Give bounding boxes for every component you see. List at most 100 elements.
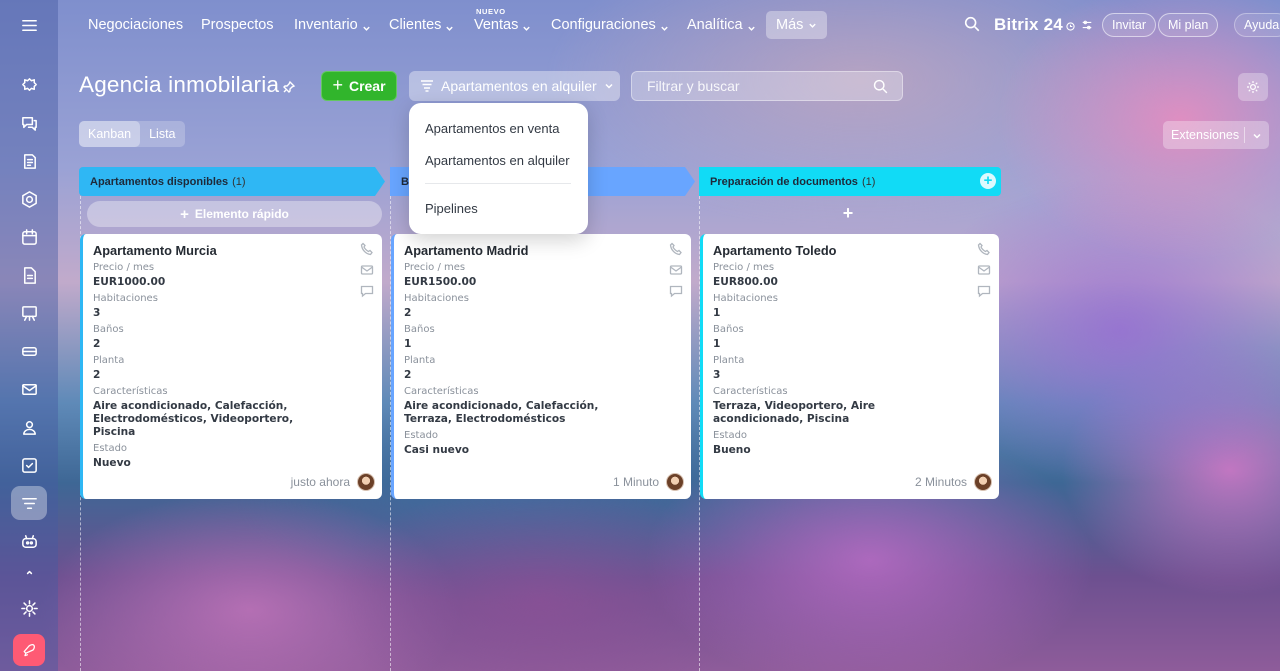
email-icon[interactable] [669, 263, 683, 277]
chevron-down-icon [522, 21, 531, 31]
crm-funnel-icon[interactable] [11, 486, 47, 520]
nav-ventas[interactable]: Ventas [474, 0, 531, 50]
field-label: Planta [404, 355, 436, 366]
avatar[interactable] [974, 473, 992, 491]
nav-negociaciones[interactable]: Negociaciones [88, 0, 183, 50]
field-label: Precio / mes [713, 262, 775, 273]
hexagon-icon[interactable] [11, 182, 47, 216]
chevron-down-icon[interactable] [1252, 130, 1262, 144]
card-title[interactable]: Apartamento Murcia [93, 243, 382, 258]
copilot-icon[interactable] [11, 524, 47, 558]
field-label: Características [93, 386, 168, 397]
comment-icon[interactable] [977, 284, 991, 298]
field-label: Estado [713, 430, 748, 441]
comment-icon[interactable] [360, 284, 374, 298]
nav-inventario[interactable]: Inventario [294, 0, 371, 50]
nav-prospectos[interactable]: Prospectos [201, 0, 274, 50]
nav-analitica[interactable]: Analítica [687, 0, 756, 50]
board-icon[interactable] [11, 296, 47, 330]
brand-logo: Bitrix 24 [994, 0, 1093, 50]
search-box [631, 71, 903, 101]
file-icon[interactable] [11, 258, 47, 292]
quick-add-button[interactable]: + Elemento rápido [87, 201, 382, 227]
nav-label: Configuraciones [551, 17, 656, 33]
dropdown-item-pipelines[interactable]: Pipelines [425, 201, 478, 216]
add-item-icon[interactable]: + [841, 204, 855, 222]
feed-icon[interactable] [11, 68, 47, 102]
field-label: Baños [404, 324, 435, 335]
create-button[interactable]: + Crear [321, 71, 397, 101]
field-label: Habitaciones [93, 293, 158, 304]
phone-icon[interactable] [669, 242, 683, 256]
field-value: 2 [93, 338, 101, 350]
search-icon[interactable] [872, 78, 889, 95]
card-title[interactable]: Apartamento Madrid [404, 243, 691, 258]
field-label: Precio / mes [93, 262, 155, 273]
field-label: Estado [93, 443, 128, 454]
email-icon[interactable] [360, 263, 374, 277]
plus-icon: + [180, 205, 189, 223]
field-value: EUR1500.00 [404, 276, 477, 288]
field-label: Habitaciones [404, 293, 469, 304]
dropdown-divider [425, 183, 571, 184]
field-value: EUR800.00 [713, 276, 778, 288]
kanban-card[interactable]: Apartamento Murcia Precio / mes EUR1000.… [80, 234, 382, 499]
field-label: Planta [93, 355, 125, 366]
nav-label: Prospectos [201, 17, 274, 33]
view-kanban[interactable]: Kanban [79, 121, 141, 147]
stage-header[interactable]: Apartamentos disponibles (1) [79, 167, 385, 196]
nav-clientes[interactable]: Clientes [389, 0, 454, 50]
calendar-icon[interactable] [11, 220, 47, 254]
my-plan-button[interactable]: Mi plan [1158, 13, 1219, 37]
field-value: Terraza, Videoportero, Aire acondicionad… [713, 400, 876, 425]
settings-icon[interactable] [11, 591, 47, 625]
field-value: EUR1000.00 [93, 276, 166, 288]
search-icon[interactable] [963, 15, 981, 33]
invite-button[interactable]: Invitar [1102, 13, 1157, 37]
nav-label: Negociaciones [88, 17, 184, 33]
field-value: 3 [713, 369, 721, 381]
kanban-card[interactable]: Apartamento Madrid Precio / mes EUR1500.… [391, 234, 691, 499]
stage-header[interactable]: Preparación de documentos (1) + [699, 167, 1001, 196]
page-settings-button[interactable] [1238, 73, 1268, 101]
dropdown-item-venta[interactable]: Apartamentos en venta [425, 121, 559, 136]
add-stage-icon[interactable]: + [980, 173, 996, 189]
pin-icon[interactable] [282, 80, 296, 94]
quick-add-label: Elemento rápido [194, 207, 289, 221]
stage-title: Preparación de documentos [710, 175, 858, 188]
comment-icon[interactable] [669, 284, 683, 298]
avatar[interactable] [666, 473, 684, 491]
nav-configuraciones[interactable]: Configuraciones [551, 0, 669, 50]
view-list[interactable]: Lista [140, 121, 184, 147]
field-label: Planta [713, 355, 745, 366]
phone-icon[interactable] [977, 242, 991, 256]
tasks-icon[interactable] [11, 448, 47, 482]
phone-icon[interactable] [360, 242, 374, 256]
chevron-down-icon [445, 21, 454, 31]
help-button[interactable]: Ayuda [1234, 13, 1280, 37]
collapse-icon[interactable] [11, 562, 47, 582]
search-input[interactable] [632, 72, 862, 100]
avatar[interactable] [357, 473, 375, 491]
documents-icon[interactable] [11, 144, 47, 178]
card-title[interactable]: Apartamento Toledo [713, 243, 999, 258]
chat-icon[interactable] [11, 106, 47, 140]
drive-icon[interactable] [11, 334, 47, 368]
pipeline-selector[interactable]: Apartamentos en alquiler [409, 71, 620, 101]
dropdown-item-alquiler[interactable]: Apartamentos en alquiler [425, 153, 570, 168]
nav-more-button[interactable]: Más [766, 11, 828, 39]
menu-icon[interactable] [11, 8, 47, 42]
mail-icon[interactable] [11, 372, 47, 406]
sliders-icon[interactable] [1081, 19, 1093, 31]
email-icon[interactable] [977, 263, 991, 277]
extensions-button[interactable]: Extensiones [1163, 121, 1269, 149]
chevron-down-icon [362, 21, 371, 31]
contacts-icon[interactable] [11, 410, 47, 444]
gear-icon [1247, 81, 1259, 93]
kanban-card[interactable]: Apartamento Toledo Precio / mes EUR800.0… [700, 234, 999, 499]
create-label: Crear [348, 78, 386, 94]
card-time: 2 Minutos [914, 475, 967, 489]
stage-title: Apartamentos disponibles [90, 175, 229, 188]
top-navigation: Negociaciones Prospectos Inventario Clie… [58, 0, 1280, 50]
rocket-icon[interactable] [13, 634, 45, 666]
